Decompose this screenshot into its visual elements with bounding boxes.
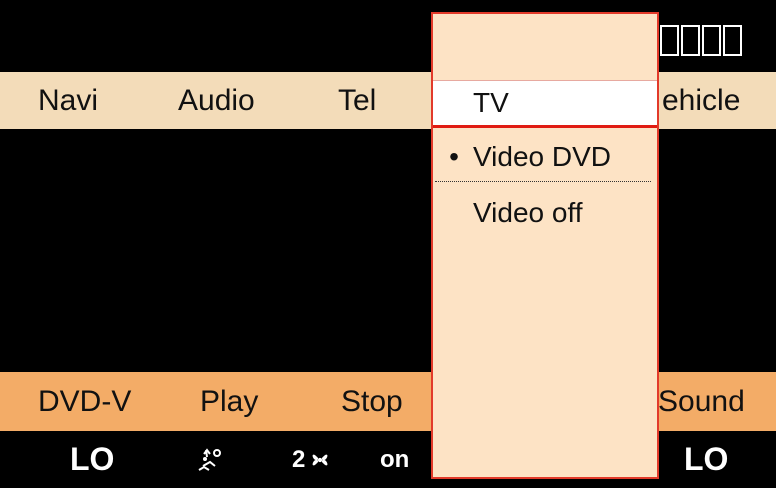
button-stop[interactable]: Stop (341, 372, 403, 431)
tv-dropdown-menu[interactable]: TV • Video DVD Video off (431, 12, 659, 479)
dropdown-divider (435, 181, 651, 182)
clock-glyph-2 (681, 25, 700, 56)
car-infotainment-screen: Navi Audio Tel ehicle DVD-V Play Stop So… (0, 0, 776, 488)
ac-status[interactable]: on (380, 431, 409, 488)
airflow-icon[interactable] (192, 446, 232, 474)
clock-glyph-1 (660, 25, 679, 56)
menu-tel[interactable]: Tel (338, 72, 376, 129)
option-label: Video off (473, 197, 583, 228)
option-label: Video DVD (473, 141, 612, 172)
fan-speed-value[interactable]: 2 (292, 431, 305, 488)
clock-display (660, 20, 742, 60)
menu-vehicle[interactable]: ehicle (662, 72, 740, 129)
button-dvd-v[interactable]: DVD-V (38, 372, 131, 431)
fan-icon[interactable] (308, 448, 332, 472)
right-temperature[interactable]: LO (684, 431, 728, 488)
option-video-dvd[interactable]: • Video DVD (433, 135, 657, 179)
bottom-function-bar: DVD-V Play Stop Sound (0, 372, 776, 431)
clock-glyph-3 (702, 25, 721, 56)
top-menu-bar: Navi Audio Tel ehicle (0, 72, 776, 129)
tv-dropdown-header[interactable]: TV (433, 80, 657, 128)
clock-glyph-4 (723, 25, 742, 56)
menu-audio[interactable]: Audio (178, 72, 255, 129)
button-play[interactable]: Play (200, 372, 258, 431)
tv-dropdown-title[interactable]: TV (473, 81, 509, 125)
button-sound[interactable]: Sound (658, 372, 745, 431)
option-video-off[interactable]: Video off (433, 191, 657, 235)
menu-navi[interactable]: Navi (38, 72, 98, 129)
selected-bullet-icon: • (449, 141, 459, 172)
climate-status-bar: LO 2 on LO (0, 431, 776, 488)
left-temperature[interactable]: LO (70, 431, 114, 488)
